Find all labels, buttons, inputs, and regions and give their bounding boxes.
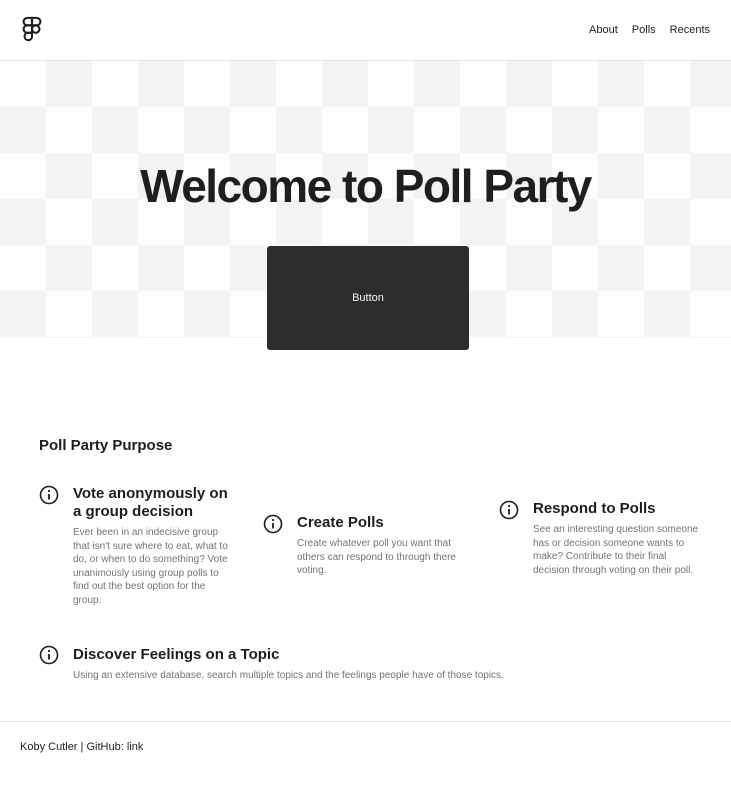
feature-title: Vote anonymously on a group decision [73, 485, 228, 520]
info-icon [499, 500, 519, 520]
hero-section: Welcome to Poll Party Button [0, 61, 731, 350]
feature-title: Create Polls [297, 514, 384, 531]
feature-title: Discover Feelings on a Topic [73, 646, 280, 663]
hero-title: Welcome to Poll Party [140, 160, 592, 212]
footer-separator: | [80, 741, 84, 753]
info-icon [39, 485, 59, 505]
site-footer: Koby Cutler | GitHub: link [0, 721, 731, 787]
footer-credits: Koby Cutler | GitHub: link [20, 741, 143, 753]
footer-github-link[interactable]: link [127, 741, 144, 753]
nav-link-recents[interactable]: Recents [670, 22, 710, 38]
site-header: About Polls Recents [0, 0, 731, 61]
feature-description: Create whatever poll you want that other… [297, 538, 456, 576]
info-icon [263, 514, 283, 534]
footer-github-label: GitHub: [86, 741, 124, 753]
purpose-heading: Poll Party Purpose [39, 437, 173, 454]
feature-title: Respond to Polls [533, 500, 656, 517]
nav-link-polls[interactable]: Polls [632, 22, 656, 38]
feature-description: Using an extensive database, search mult… [73, 670, 504, 681]
info-icon [39, 645, 59, 665]
hero-button[interactable]: Button [267, 246, 469, 350]
main-nav: About Polls Recents [589, 22, 710, 38]
nav-link-about[interactable]: About [589, 22, 618, 38]
figma-logo-icon[interactable] [21, 16, 43, 44]
feature-description: Ever been in an indecisive group that is… [73, 527, 228, 606]
feature-description: See an interesting question someone has … [533, 524, 699, 576]
footer-author: Koby Cutler [20, 741, 78, 753]
